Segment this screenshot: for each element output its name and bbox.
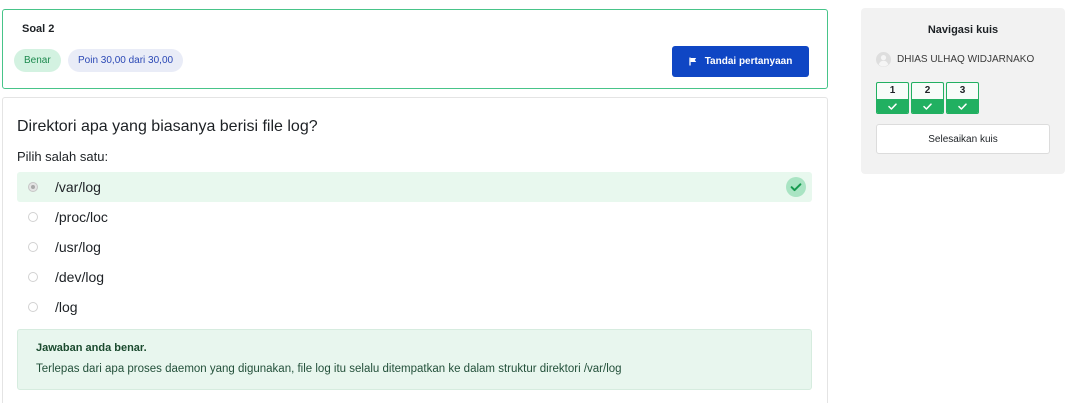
check-icon xyxy=(923,102,932,110)
check-icon xyxy=(888,102,897,110)
answer-option-label: /proc/loc xyxy=(55,209,108,225)
flag-question-label: Tandai pertanyaan xyxy=(704,56,793,67)
answer-option-label: /log xyxy=(55,299,78,315)
answer-option: /var/log xyxy=(17,172,812,202)
question-content-card: Direktori apa yang biasanya berisi file … xyxy=(2,97,828,403)
answer-options: /var/log/proc/loc/usr/log/dev/log/log xyxy=(17,172,812,322)
question-info-card: Soal 2 Benar Poin 30,00 dari 30,00 Tanda… xyxy=(2,9,828,89)
user-avatar-icon xyxy=(876,52,891,67)
question-nav-state xyxy=(912,99,943,113)
question-nav-buttons: 1 2 3 xyxy=(876,82,979,114)
answer-prompt: Pilih salah satu: xyxy=(17,149,109,164)
answer-option: /log xyxy=(17,292,812,322)
question-nav-button-1[interactable]: 1 xyxy=(876,82,909,114)
quiz-navigation-panel: Navigasi kuis DHIAS ULHAQ WIDJARNAKO 1 2 3… xyxy=(861,8,1065,174)
question-nav-number: 1 xyxy=(889,85,896,96)
question-nav-button-3[interactable]: 3 xyxy=(946,82,979,114)
check-icon xyxy=(958,102,967,110)
question-nav-button-2[interactable]: 2 xyxy=(911,82,944,114)
answer-option: /proc/loc xyxy=(17,202,812,232)
answer-option: /usr/log xyxy=(17,232,812,262)
flag-question-button[interactable]: Tandai pertanyaan xyxy=(672,46,809,77)
check-circle-icon xyxy=(786,177,806,197)
status-badge: Benar xyxy=(14,49,61,72)
points-badge: Poin 30,00 dari 30,00 xyxy=(68,49,184,72)
question-nav-number: 2 xyxy=(924,85,931,96)
answer-radio[interactable] xyxy=(28,182,38,192)
answer-radio[interactable] xyxy=(28,272,38,282)
answer-option: /dev/log xyxy=(17,262,812,292)
question-text: Direktori apa yang biasanya berisi file … xyxy=(17,118,318,135)
user-name: DHIAS ULHAQ WIDJARNAKO xyxy=(897,54,1035,65)
question-nav-state xyxy=(877,99,908,113)
question-nav-state xyxy=(947,99,978,113)
user-info: DHIAS ULHAQ WIDJARNAKO xyxy=(876,52,1034,67)
feedback-box: Jawaban anda benar. Terlepas dari apa pr… xyxy=(17,329,812,390)
answer-option-label: /var/log xyxy=(55,179,101,195)
question-nav-number: 3 xyxy=(959,85,966,96)
feedback-title: Jawaban anda benar. xyxy=(36,342,147,354)
quiz-navigation-title: Navigasi kuis xyxy=(927,24,999,36)
question-number: Soal 2 xyxy=(22,23,55,35)
answer-radio[interactable] xyxy=(28,212,38,222)
answer-radio[interactable] xyxy=(28,302,38,312)
feedback-explanation: Terlepas dari apa proses daemon yang dig… xyxy=(36,363,622,375)
answer-option-label: /usr/log xyxy=(55,239,101,255)
answer-radio[interactable] xyxy=(28,242,38,252)
answer-option-label: /dev/log xyxy=(55,269,105,285)
flag-icon xyxy=(689,57,697,66)
finish-quiz-button[interactable]: Selesaikan kuis xyxy=(876,124,1050,154)
